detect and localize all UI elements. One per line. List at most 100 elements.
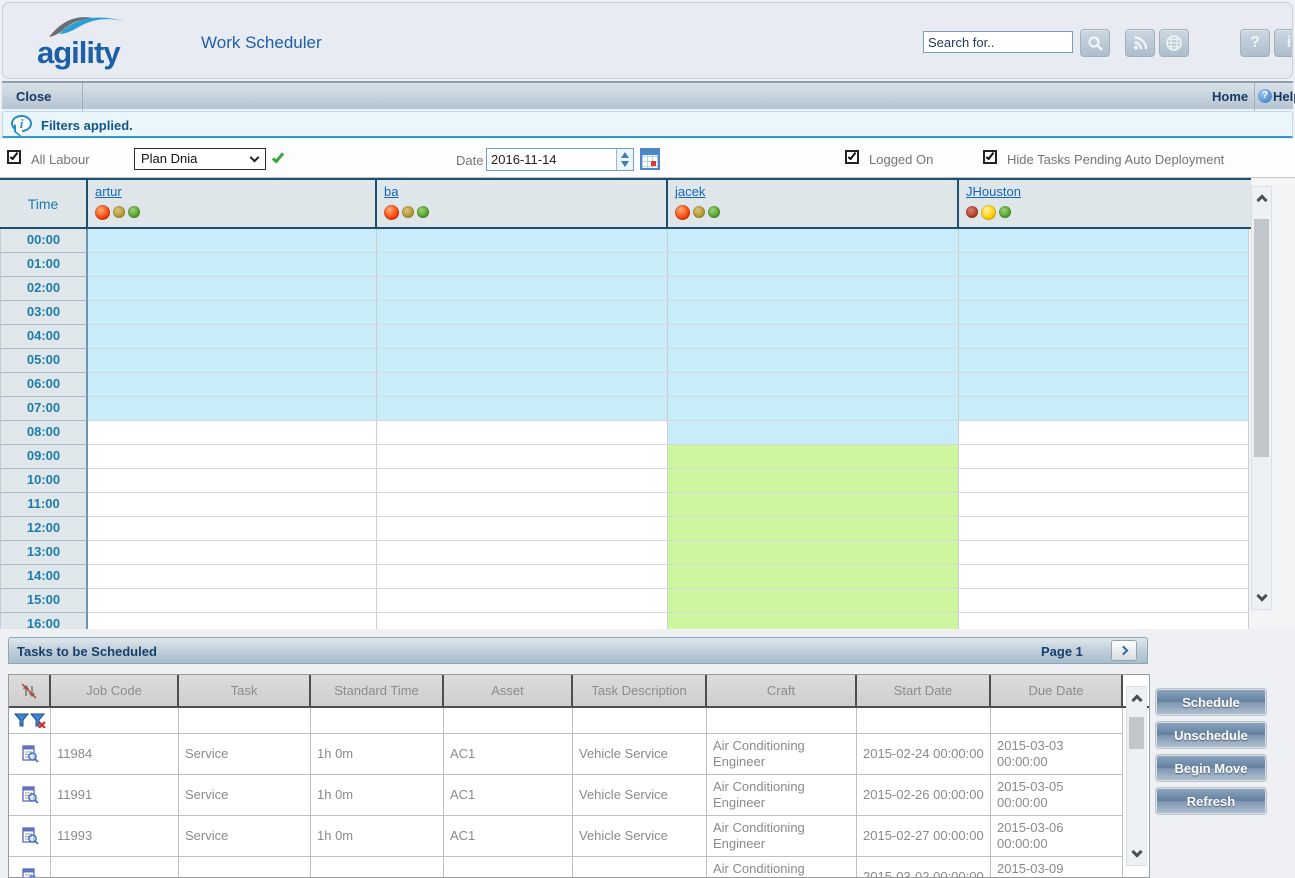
plan-select[interactable]: Plan Dnia (134, 148, 266, 170)
schedule-cell[interactable] (377, 421, 668, 445)
schedule-cell[interactable] (959, 421, 1249, 445)
schedule-cell[interactable] (377, 349, 668, 373)
table-row[interactable]: 11993Service1h 0mAC1Vehicle ServiceAir C… (9, 816, 1149, 857)
schedule-cell[interactable] (668, 445, 959, 469)
column-header-task[interactable]: Task (179, 675, 311, 706)
schedule-cell[interactable] (668, 373, 959, 397)
next-page-button[interactable] (1111, 640, 1137, 661)
schedule-cell[interactable] (88, 613, 377, 629)
schedule-cell[interactable] (88, 517, 377, 541)
schedule-cell[interactable] (377, 469, 668, 493)
schedule-button[interactable]: Schedule (1155, 688, 1267, 716)
view-details-icon[interactable] (21, 745, 39, 763)
schedule-cell[interactable] (377, 301, 668, 325)
home-link[interactable]: Home (1212, 89, 1248, 104)
scrollbar-thumb[interactable] (1254, 219, 1269, 457)
help-link[interactable]: Help (1273, 89, 1295, 104)
schedule-cell[interactable] (668, 301, 959, 325)
filter-cell[interactable] (51, 708, 179, 734)
scrollbar-up-button[interactable] (1252, 187, 1271, 209)
schedule-cell[interactable] (668, 493, 959, 517)
schedule-cell[interactable] (959, 589, 1249, 613)
schedule-cell[interactable] (668, 325, 959, 349)
hide-tasks-checkbox[interactable] (983, 150, 997, 164)
schedule-cell[interactable] (88, 445, 377, 469)
schedule-cell[interactable] (88, 541, 377, 565)
schedule-cell[interactable] (377, 613, 668, 629)
schedule-cell[interactable] (959, 277, 1249, 301)
resource-link-jhouston[interactable]: JHouston (966, 184, 1021, 199)
schedule-cell[interactable] (959, 565, 1249, 589)
schedule-cell[interactable] (959, 301, 1249, 325)
column-header-craft[interactable]: Craft (707, 675, 857, 706)
schedule-cell[interactable] (959, 349, 1249, 373)
help-button[interactable]: ? (1240, 29, 1270, 57)
schedule-cell[interactable] (377, 565, 668, 589)
search-button[interactable] (1080, 29, 1110, 57)
schedule-cell[interactable] (668, 541, 959, 565)
date-spinner[interactable] (616, 149, 633, 170)
schedule-cell[interactable] (377, 229, 668, 253)
begin-move-button[interactable]: Begin Move (1155, 754, 1267, 782)
date-input[interactable]: 2016-11-14 (486, 148, 634, 171)
schedule-cell[interactable] (668, 397, 959, 421)
schedule-cell[interactable] (959, 373, 1249, 397)
schedule-cell[interactable] (668, 253, 959, 277)
schedule-cell[interactable] (668, 565, 959, 589)
schedule-cell[interactable] (959, 613, 1249, 629)
logged-on-checkbox[interactable] (845, 150, 859, 164)
schedule-cell[interactable] (88, 229, 377, 253)
filter-cell[interactable] (857, 708, 991, 734)
schedule-cell[interactable] (88, 397, 377, 421)
schedule-cell[interactable] (377, 493, 668, 517)
schedule-cell[interactable] (959, 397, 1249, 421)
schedule-cell[interactable] (377, 397, 668, 421)
filter-cell[interactable] (573, 708, 707, 734)
schedule-cell[interactable] (377, 373, 668, 397)
schedule-cell[interactable] (668, 613, 959, 629)
filter-cell[interactable] (444, 708, 573, 734)
schedule-cell[interactable] (668, 277, 959, 301)
filter-icon[interactable] (14, 713, 29, 728)
scrollbar-down-button[interactable] (1127, 843, 1146, 865)
search-input[interactable] (923, 31, 1073, 53)
schedule-cell[interactable] (668, 421, 959, 445)
schedule-cell[interactable] (88, 421, 377, 445)
resource-link-ba[interactable]: ba (384, 184, 398, 199)
schedule-cell[interactable] (88, 325, 377, 349)
schedule-cell[interactable] (377, 517, 668, 541)
schedule-cell[interactable] (959, 541, 1249, 565)
table-row[interactable]: 11991Service1h 0mAC1Vehicle ServiceAir C… (9, 775, 1149, 816)
schedule-cell[interactable] (959, 445, 1249, 469)
schedule-cell[interactable] (88, 565, 377, 589)
schedule-cell[interactable] (959, 469, 1249, 493)
column-header-start-date[interactable]: Start Date (857, 675, 991, 706)
schedule-cell[interactable] (377, 325, 668, 349)
schedule-cell[interactable] (959, 517, 1249, 541)
table-row[interactable]: 11984Service1h 0mAC1Vehicle ServiceAir C… (9, 734, 1149, 775)
column-header-standard-time[interactable]: Standard Time (311, 675, 444, 706)
schedule-cell[interactable] (668, 469, 959, 493)
schedule-cell[interactable] (959, 493, 1249, 517)
view-details-icon[interactable] (21, 827, 39, 845)
view-details-icon[interactable] (21, 868, 39, 878)
rss-button[interactable] (1125, 29, 1155, 57)
globe-button[interactable] (1159, 29, 1189, 57)
schedule-cell[interactable] (88, 277, 377, 301)
schedule-cell[interactable] (377, 253, 668, 277)
about-button[interactable]: i (1274, 29, 1293, 57)
scrollbar-down-button[interactable] (1252, 587, 1271, 609)
column-header-job-code[interactable]: Job Code (51, 675, 179, 706)
refresh-button[interactable]: Refresh (1155, 787, 1267, 815)
schedule-cell[interactable] (88, 349, 377, 373)
all-labour-checkbox[interactable] (7, 150, 21, 164)
schedule-cell[interactable] (88, 253, 377, 277)
unschedule-button[interactable]: Unschedule (1155, 721, 1267, 749)
schedule-cell[interactable] (668, 589, 959, 613)
schedule-cell[interactable] (377, 589, 668, 613)
schedule-cell[interactable] (959, 253, 1249, 277)
filter-cell[interactable] (991, 708, 1123, 734)
filter-cell[interactable] (707, 708, 857, 734)
column-header-task-description[interactable]: Task Description (573, 675, 707, 706)
agility-logo[interactable]: agility (31, 5, 161, 77)
